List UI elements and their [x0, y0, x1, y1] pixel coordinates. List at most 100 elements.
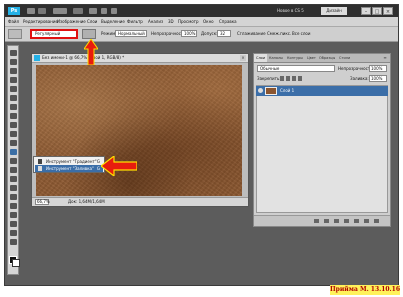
gradient-tool-icon[interactable] — [10, 149, 17, 155]
lock-transparency-icon[interactable] — [280, 76, 284, 81]
menu-file[interactable]: Файл — [8, 18, 19, 25]
crop-tool-icon[interactable] — [10, 86, 17, 92]
brush-tool-icon[interactable] — [10, 113, 17, 119]
paint-bucket-icon — [38, 166, 42, 171]
tab-channels[interactable]: Каналы — [267, 54, 285, 62]
contiguous-checkbox-label[interactable]: Смеж.пикс. — [267, 30, 291, 37]
eraser-tool-icon[interactable] — [10, 140, 17, 146]
mini-bridge-icon[interactable] — [38, 8, 46, 14]
document-status-bar: 66,7% Док: 1,64M/1,64M — [32, 197, 248, 206]
zoom-tool-icon[interactable] — [111, 8, 117, 14]
pen-tool-icon[interactable] — [10, 176, 17, 182]
lasso-tool-icon[interactable] — [10, 68, 17, 74]
tolerance-input[interactable]: 32 — [217, 30, 231, 37]
blur-tool-icon[interactable] — [10, 158, 17, 164]
background-color-swatch[interactable] — [12, 259, 20, 267]
workspace-name[interactable]: Новое в CS 5 — [277, 7, 317, 15]
layer-thumbnail — [265, 87, 277, 95]
antialias-checkbox-label[interactable]: Сглаживание — [237, 30, 266, 37]
flyout-item-label: Инструмент "Градиент" — [46, 159, 97, 164]
layer-opacity-input[interactable]: 100% — [369, 65, 387, 72]
close-button[interactable]: × — [383, 7, 393, 15]
adjustment-layer-icon[interactable] — [344, 219, 349, 223]
tab-layers[interactable]: Слои — [254, 54, 268, 62]
highlight-arrow-up — [84, 39, 98, 65]
3d-orbit-tool-icon[interactable] — [10, 221, 17, 227]
zoom-field[interactable]: 66,7% — [35, 199, 50, 205]
menu-analysis[interactable]: Анализ — [148, 18, 163, 25]
document-close-icon[interactable]: × — [240, 55, 246, 61]
hand-tool-icon[interactable] — [10, 230, 17, 236]
document-icon — [34, 55, 40, 61]
fill-label: Заливка: — [350, 76, 369, 81]
marquee-tool-icon[interactable] — [10, 59, 17, 65]
arrange-documents-icon[interactable] — [73, 8, 83, 14]
dodge-tool-icon[interactable] — [10, 167, 17, 173]
visibility-eye-icon[interactable] — [258, 88, 263, 93]
layer-row[interactable]: Слой 1 — [256, 86, 388, 96]
blend-row: Обычные Непрозрачность: 100% — [254, 64, 390, 73]
eyedropper-tool-icon[interactable] — [10, 95, 17, 101]
new-layer-icon[interactable] — [364, 219, 369, 223]
menu-select[interactable]: Выделение — [101, 18, 125, 25]
blend-mode-select[interactable]: Обычные — [257, 65, 335, 72]
mode-select[interactable]: Нормальный — [115, 30, 147, 37]
tab-styles[interactable]: Стили — [337, 54, 352, 62]
menu-3d[interactable]: 3D — [168, 18, 174, 25]
photoshop-window: Ps Новое в CS 5 Дизайн – □ × Файл Редакт… — [4, 4, 399, 286]
tool-preset-picker[interactable] — [8, 29, 22, 39]
menu-layers[interactable]: Слои — [87, 18, 97, 25]
tab-swatches[interactable]: Образцы — [317, 54, 337, 62]
layers-panel: Слои Каналы Контуры Цвет Образцы Стили ≡… — [253, 53, 391, 227]
layer-style-icon[interactable] — [324, 219, 329, 223]
all-layers-checkbox-label[interactable]: Все слои — [292, 30, 310, 37]
path-selection-tool-icon[interactable] — [10, 194, 17, 200]
menu-window[interactable]: Окно — [203, 18, 214, 25]
screen-mode-icon[interactable] — [89, 8, 97, 14]
maximize-button[interactable]: □ — [372, 7, 382, 15]
quick-selection-tool-icon[interactable] — [10, 77, 17, 83]
bridge-icon[interactable] — [27, 8, 35, 14]
menu-edit[interactable]: Редактирование — [23, 18, 58, 25]
tab-paths[interactable]: Контуры — [285, 54, 305, 62]
layer-mask-icon[interactable] — [334, 219, 339, 223]
flyout-item-gradient-tool[interactable]: Инструмент "Градиент" G — [35, 158, 103, 165]
move-tool-icon[interactable] — [10, 50, 17, 56]
gradient-swatch[interactable] — [82, 29, 96, 39]
lock-position-icon[interactable] — [292, 76, 296, 81]
panel-menu-icon[interactable]: ≡ — [382, 55, 388, 61]
menu-filter[interactable]: Фильтр — [127, 18, 143, 25]
workspace-design-button[interactable]: Дизайн — [321, 7, 347, 15]
tolerance-label: Допуск: — [201, 31, 218, 36]
clone-stamp-tool-icon[interactable] — [10, 122, 17, 128]
layer-name: Слой 1 — [280, 88, 295, 93]
gradient-type-select[interactable]: Регулярный — [30, 29, 78, 39]
minimize-button[interactable]: – — [361, 7, 371, 15]
application-bar: Ps Новое в CS 5 Дизайн – □ × — [5, 5, 398, 17]
layers-panel-footer — [254, 215, 390, 226]
lock-image-icon[interactable] — [286, 76, 290, 81]
history-brush-tool-icon[interactable] — [10, 131, 17, 137]
menu-view[interactable]: Просмотр — [178, 18, 199, 25]
document-tab[interactable]: Без имени-1 @ 66,7% (Слой 1, RGB/8) * × — [32, 54, 248, 63]
lock-all-icon[interactable] — [298, 76, 302, 81]
image-canvas[interactable] — [36, 65, 242, 196]
menu-bar: Файл Редактирование Изображение Слои Выд… — [5, 17, 398, 27]
delete-layer-icon[interactable] — [374, 219, 379, 223]
3d-rotate-tool-icon[interactable] — [10, 212, 17, 218]
shape-tool-icon[interactable] — [10, 203, 17, 209]
zoom-tool-icon[interactable] — [10, 239, 17, 245]
new-group-icon[interactable] — [354, 219, 359, 223]
flyout-item-paint-bucket-tool[interactable]: Инструмент "Заливка" G — [35, 165, 103, 172]
fill-input[interactable]: 100% — [369, 75, 387, 82]
type-tool-icon[interactable] — [10, 185, 17, 191]
link-layers-icon[interactable] — [314, 219, 319, 223]
menu-help[interactable]: Справка — [219, 18, 237, 25]
healing-brush-tool-icon[interactable] — [10, 104, 17, 110]
document-size-info[interactable]: Док: 1,64M/1,64M — [68, 198, 105, 206]
document-window: Без имени-1 @ 66,7% (Слой 1, RGB/8) * × … — [31, 53, 249, 207]
opacity-input[interactable]: 100% — [181, 30, 197, 37]
zoom-level-icon[interactable] — [53, 8, 67, 14]
menu-image[interactable]: Изображение — [57, 18, 86, 25]
hand-tool-icon[interactable] — [101, 8, 107, 14]
